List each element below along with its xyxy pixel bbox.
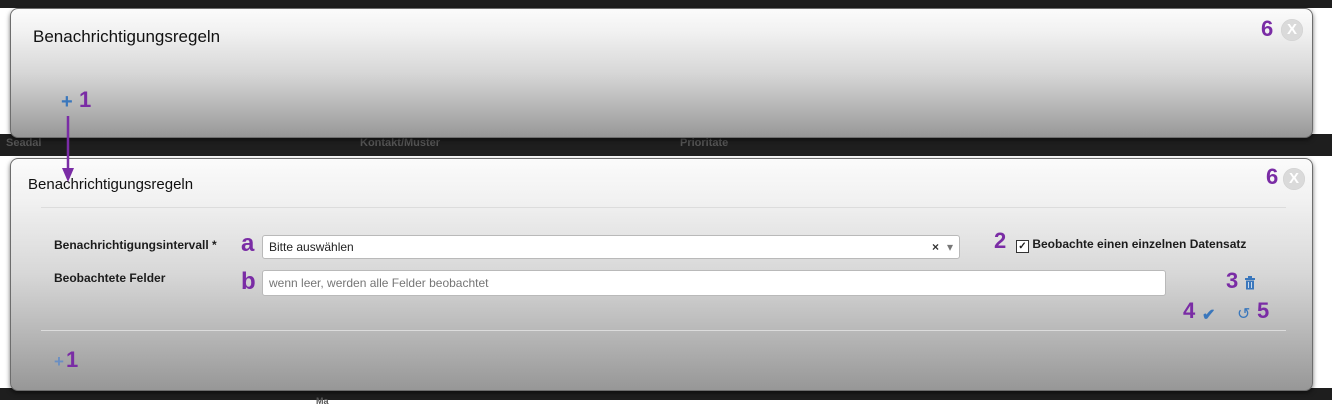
observed-fields-label: Beobachtete Felder <box>54 271 166 285</box>
clear-icon[interactable]: × <box>932 236 939 258</box>
annotation-5: 5 <box>1257 298 1270 323</box>
notification-rules-dialog-collapsed: Benachrichtigungsregeln + X <box>10 8 1313 138</box>
single-record-option[interactable]: ✓ Beobachte einen einzelnen Datensatz <box>1016 237 1246 253</box>
annotation-3: 3 <box>1226 268 1239 293</box>
chevron-down-icon[interactable]: ▾ <box>947 236 953 258</box>
dialog-title: Benachrichtigungsregeln <box>28 176 194 193</box>
plus-icon[interactable]: + <box>61 92 73 112</box>
close-icon[interactable]: X <box>1283 168 1305 190</box>
annotation-b: b <box>241 268 256 295</box>
checkbox-checked-icon[interactable]: ✓ <box>1016 240 1029 253</box>
notification-rules-dialog-expanded: Benachrichtigungsregeln Benachrichtigung… <box>10 158 1313 391</box>
interval-label: Benachrichtigungsintervall * <box>54 238 217 252</box>
background-column-4: Ma <box>316 396 329 406</box>
annotation-a: a <box>241 230 255 257</box>
form-divider <box>41 330 1286 331</box>
close-icon[interactable]: X <box>1281 19 1303 41</box>
annotation-1-bottom: 1 <box>66 347 79 372</box>
dialog-title: Benachrichtigungsregeln <box>33 27 221 46</box>
title-divider <box>47 65 1287 66</box>
annotation-4: 4 <box>1183 298 1196 323</box>
background-strip-top <box>0 0 1332 8</box>
single-record-label: Beobachte einen einzelnen Datensatz <box>1032 237 1247 251</box>
observed-fields-input[interactable] <box>262 270 1166 296</box>
annotation-6-bottom: 6 <box>1266 164 1279 189</box>
background-column-2: Kontakt/Muster <box>360 137 441 149</box>
undo-icon[interactable]: ↺ <box>1237 304 1250 324</box>
background-column-3: Prioritate <box>680 137 729 149</box>
annotation-1-top: 1 <box>79 87 92 112</box>
annotation-2: 2 <box>994 228 1007 253</box>
annotation-6-top: 6 <box>1261 16 1274 41</box>
trash-icon[interactable] <box>1244 276 1256 295</box>
interval-select[interactable]: Bitte auswählen × ▾ <box>262 235 960 259</box>
connector-arrow <box>62 116 74 182</box>
title-divider <box>41 207 1286 208</box>
plus-icon[interactable]: + <box>54 353 64 370</box>
check-icon[interactable]: ✔ <box>1202 305 1215 325</box>
interval-select-value: Bitte auswählen <box>269 240 354 254</box>
background-column-1: Seadal <box>6 137 42 149</box>
